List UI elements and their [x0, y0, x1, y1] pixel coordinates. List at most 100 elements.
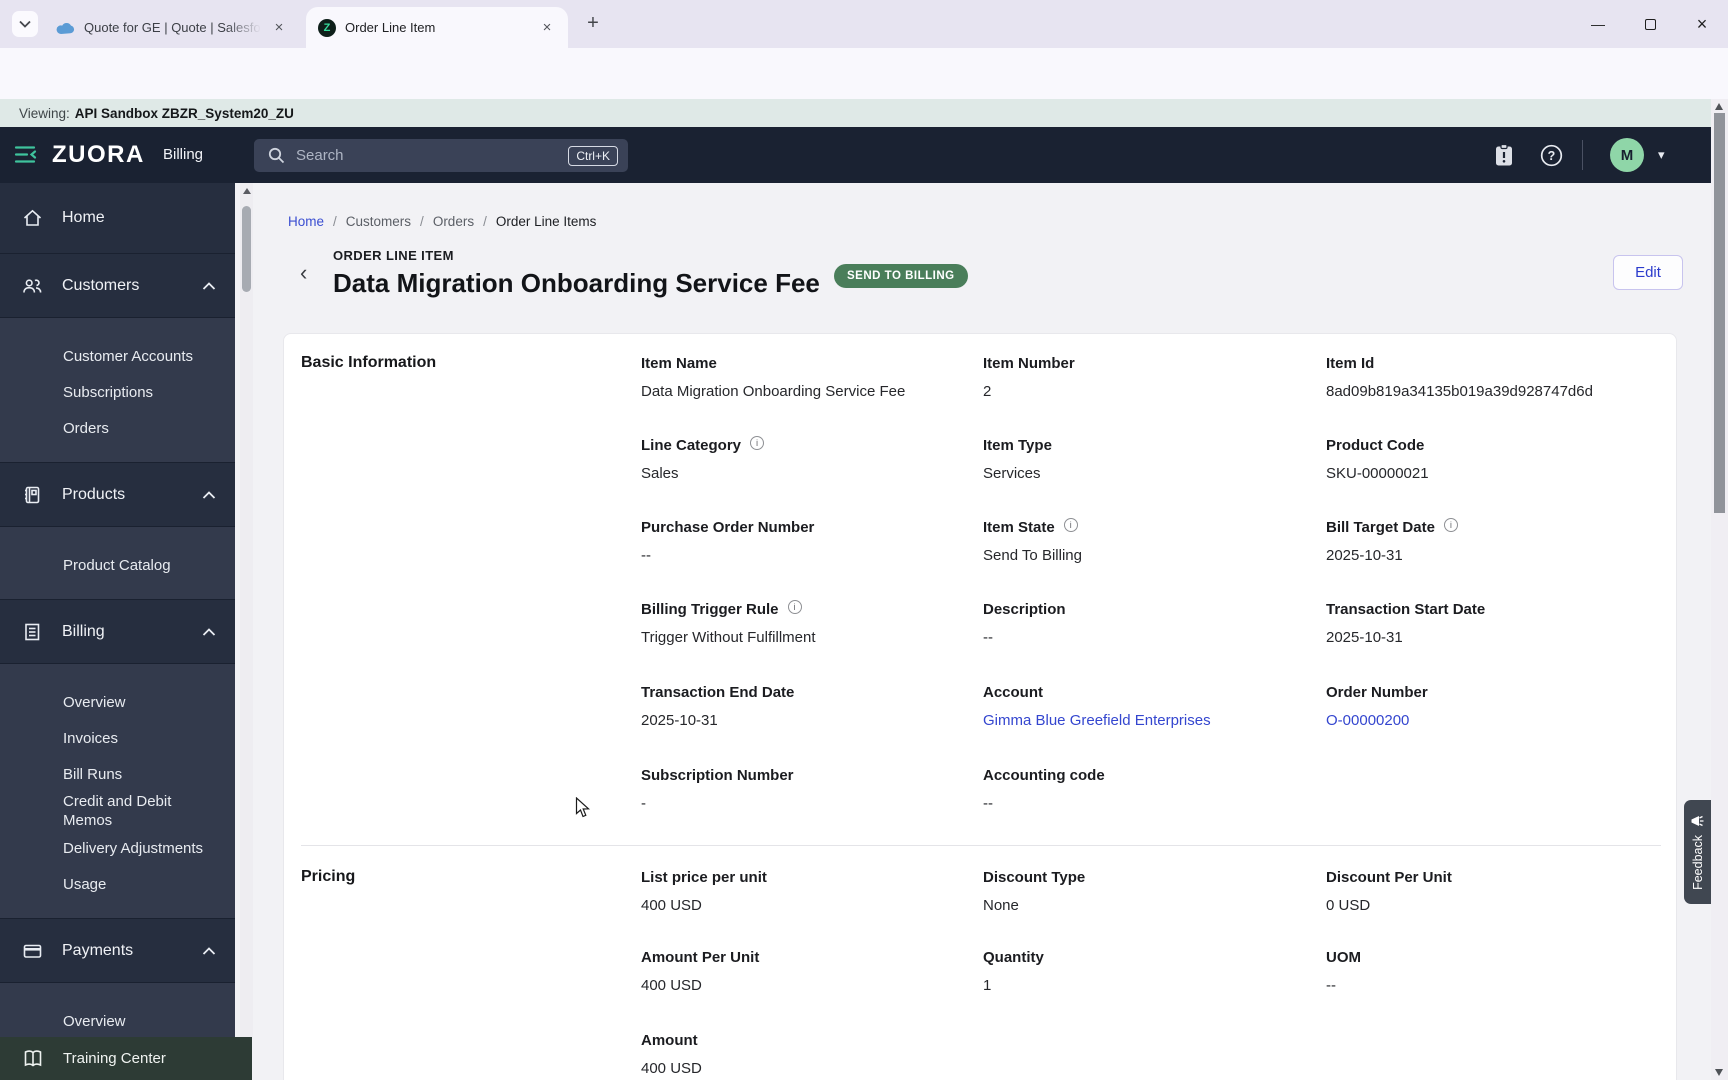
app-header: ZUORA Billing Search Ctrl+K ? M ▾ [0, 127, 1711, 183]
sidebar-item-customers[interactable]: Customers [0, 253, 235, 317]
user-menu-caret-icon[interactable]: ▾ [1658, 147, 1665, 163]
field-item-state: Item State i Send To Billing [983, 518, 1283, 566]
sidebar-item-overview[interactable]: Overview [0, 1003, 235, 1039]
training-center-label: Training Center [63, 1050, 166, 1067]
breadcrumb-separator: / [420, 214, 424, 229]
browser-tab-salesforce[interactable]: Quote for GE | Quote | Salesfor × [44, 7, 300, 48]
sidebar-item-billing[interactable]: Billing [0, 599, 235, 663]
field-value: - [641, 795, 646, 812]
sidebar-item-products[interactable]: Products [0, 462, 235, 526]
edit-button[interactable]: Edit [1613, 255, 1683, 290]
close-tab-icon[interactable]: × [270, 19, 288, 37]
field-item-type: Item Type Services [983, 436, 1283, 484]
info-icon[interactable]: i [750, 436, 765, 450]
user-avatar[interactable]: M [1610, 138, 1644, 172]
mouse-cursor [575, 797, 592, 818]
field-value: SKU-00000021 [1326, 465, 1429, 482]
field-value: None [983, 897, 1019, 914]
salesforce-cloud-icon [56, 22, 75, 34]
field-discount-per-unit: Discount Per Unit 0 USD [1326, 868, 1626, 916]
sidebar-item-delivery-adjustments[interactable]: Delivery Adjustments [0, 830, 235, 866]
field-product-code: Product Code SKU-00000021 [1326, 436, 1626, 484]
banner-prefix: Viewing: [19, 105, 70, 121]
field-order-number: Order Number O-00000200 [1326, 683, 1626, 731]
scrollbar-thumb[interactable] [1714, 113, 1725, 513]
field-value: 2025-10-31 [641, 712, 718, 729]
global-search-input[interactable]: Search Ctrl+K [254, 139, 628, 172]
field-value: 2025-10-31 [1326, 629, 1403, 646]
field-quantity: Quantity 1 [983, 948, 1283, 996]
back-chevron-icon[interactable]: ‹ [300, 260, 307, 286]
sidebar-item-product-catalog[interactable]: Product Catalog [0, 547, 235, 583]
field-value: 400 USD [641, 897, 702, 914]
field-amount-per-unit: Amount Per Unit 400 USD [641, 948, 941, 996]
megaphone-icon [1691, 815, 1704, 827]
close-window-button[interactable]: × [1676, 0, 1728, 48]
environment-banner: Viewing: API Sandbox ZBZR_System20_ZU [0, 99, 1728, 127]
field-value: 8ad09b819a34135b019a39d928747d6d [1326, 383, 1593, 400]
minimize-button[interactable]: — [1572, 0, 1624, 48]
field-bill-target-date: Bill Target Date i 2025-10-31 [1326, 518, 1626, 566]
new-tab-button[interactable]: + [580, 11, 606, 37]
info-icon[interactable]: i [787, 600, 802, 614]
scrollbar-thumb[interactable] [242, 206, 251, 292]
window-controls: — × [1572, 0, 1728, 48]
field-accounting-code: Accounting code -- [983, 766, 1283, 814]
sidebar-item-training-center[interactable]: Training Center [0, 1037, 252, 1080]
chevron-up-icon [201, 946, 217, 956]
sidebar-item-payments[interactable]: Payments [0, 918, 235, 982]
page-title: Data Migration Onboarding Service Fee [333, 268, 820, 298]
help-icon[interactable]: ? [1540, 144, 1563, 167]
scroll-up-arrow-icon[interactable] [1715, 103, 1723, 110]
breadcrumb-home[interactable]: Home [288, 214, 324, 229]
feedback-label: Feedback [1690, 835, 1705, 890]
environment-name: API Sandbox ZBZR_System20_ZU [74, 105, 294, 121]
scroll-down-arrow-icon[interactable] [1715, 1069, 1723, 1076]
breadcrumb-separator: / [333, 214, 337, 229]
sidebar-item-orders[interactable]: Orders [0, 410, 235, 446]
field-item-name: Item Name Data Migration Onboarding Servi… [641, 354, 941, 402]
breadcrumb-orders[interactable]: Orders [433, 214, 474, 229]
field-subscription-number: Subscription Number - [641, 766, 941, 814]
sidebar-item-overview[interactable]: Overview [0, 684, 235, 720]
chevron-up-icon [201, 490, 217, 500]
tab-search-button[interactable] [12, 11, 38, 37]
close-tab-icon[interactable]: × [538, 19, 556, 37]
training-book-icon [24, 1050, 42, 1067]
sidebar-item-customer-accounts[interactable]: Customer Accounts [0, 338, 235, 374]
sidebar-item-bill-runs[interactable]: Bill Runs [0, 756, 235, 792]
page-scrollbar[interactable] [1711, 99, 1728, 1080]
field-value: 2 [983, 383, 992, 400]
sidebar-collapse-icon[interactable] [14, 144, 38, 165]
field-discount-type: Discount Type None [983, 868, 1283, 916]
info-icon[interactable]: i [1443, 518, 1458, 532]
sidebar-item-credit-and-debit-memos[interactable]: Credit and Debit Memos [0, 792, 235, 830]
search-icon [268, 147, 285, 164]
release-notes-icon[interactable] [1494, 144, 1514, 167]
field-transaction-end-date: Transaction End Date 2025-10-31 [641, 683, 941, 731]
sidebar-item-invoices[interactable]: Invoices [0, 720, 235, 756]
info-icon[interactable]: i [1063, 518, 1078, 532]
sidebar-item-home[interactable]: Home [0, 183, 235, 253]
status-badge: SEND TO BILLING [834, 264, 968, 288]
field-value: -- [641, 547, 651, 564]
sidebar-item-subscriptions[interactable]: Subscriptions [0, 374, 235, 410]
breadcrumb-customers[interactable]: Customers [346, 214, 411, 229]
field-uom: UOM -- [1326, 948, 1626, 996]
maximize-button[interactable] [1624, 0, 1676, 48]
detail-card: Basic Information Pricing Item Name Data … [283, 333, 1677, 1080]
sidebar-scrollbar[interactable] [240, 183, 253, 1037]
field-value: 2025-10-31 [1326, 547, 1403, 564]
field-value[interactable]: O-00000200 [1326, 711, 1626, 731]
field-value[interactable]: Gimma Blue Greefield Enterprises [983, 711, 1283, 731]
field-value: Send To Billing [983, 547, 1082, 564]
section-heading-basic-information: Basic Information [301, 354, 437, 371]
field-value: 1 [983, 977, 992, 994]
scroll-up-arrow-icon[interactable] [242, 188, 251, 194]
feedback-tab[interactable]: Feedback [1684, 800, 1711, 904]
search-shortcut-badge: Ctrl+K [568, 145, 618, 166]
browser-tab-order-line-item[interactable]: Z Order Line Item × [306, 7, 568, 48]
field-value: Services [983, 465, 1041, 482]
sidebar-item-usage[interactable]: Usage [0, 866, 235, 902]
field-transaction-start-date: Transaction Start Date 2025-10-31 [1326, 600, 1626, 648]
